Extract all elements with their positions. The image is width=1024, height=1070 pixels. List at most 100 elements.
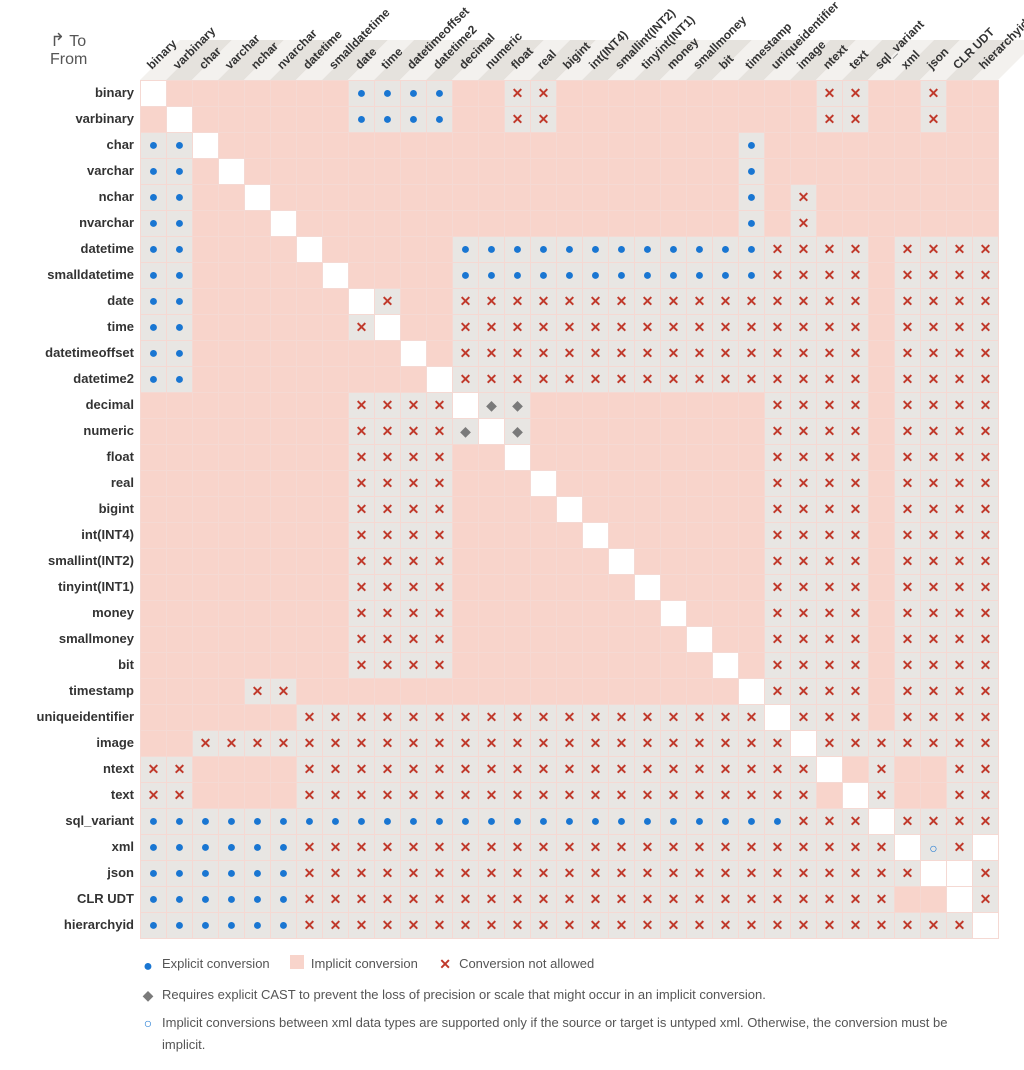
matrix-cell	[739, 679, 765, 705]
matrix-cell: ✕	[791, 367, 817, 393]
matrix-cell	[349, 211, 375, 237]
matrix-cell	[245, 263, 271, 289]
matrix-cell	[479, 471, 505, 497]
matrix-cell	[843, 211, 869, 237]
matrix-cell	[531, 653, 557, 679]
matrix-cell	[973, 107, 999, 133]
matrix-cell: ✕	[375, 757, 401, 783]
matrix-cell: ✕	[843, 81, 869, 107]
matrix-cell	[349, 289, 375, 315]
matrix-cell	[583, 107, 609, 133]
matrix-cell: ●	[245, 913, 271, 939]
matrix-cell	[297, 471, 323, 497]
row-header: image	[10, 730, 140, 756]
matrix-cell: ✕	[791, 341, 817, 367]
matrix-cell: ✕	[817, 81, 843, 107]
matrix-cell: ✕	[297, 705, 323, 731]
matrix-cell	[375, 315, 401, 341]
matrix-cell: ✕	[713, 341, 739, 367]
matrix-cell: ✕	[505, 783, 531, 809]
matrix-cell	[453, 549, 479, 575]
matrix-cell: ✕	[479, 861, 505, 887]
matrix-cell: ✕	[765, 367, 791, 393]
matrix-cell: ✕	[817, 835, 843, 861]
matrix-cell: ✕	[739, 731, 765, 757]
matrix-cell: ✕	[765, 653, 791, 679]
matrix-cell: ✕	[973, 237, 999, 263]
matrix-cell: ✕	[765, 861, 791, 887]
matrix-cell: ●	[245, 861, 271, 887]
matrix-cell: ◆	[479, 393, 505, 419]
matrix-cell: ✕	[661, 783, 687, 809]
matrix-cell: ✕	[661, 861, 687, 887]
matrix-cell: ✕	[531, 367, 557, 393]
matrix-cell	[271, 497, 297, 523]
matrix-cell	[297, 159, 323, 185]
row-header: sql_variant	[10, 808, 140, 834]
matrix-cell	[245, 81, 271, 107]
matrix-cell: ✕	[895, 809, 921, 835]
matrix-cell	[297, 107, 323, 133]
matrix-cell: ✕	[947, 653, 973, 679]
matrix-cell	[219, 159, 245, 185]
matrix-cell	[947, 887, 973, 913]
matrix-cell: ✕	[609, 315, 635, 341]
matrix-cell: ✕	[687, 341, 713, 367]
matrix-cell: ✕	[973, 601, 999, 627]
matrix-cell	[141, 81, 167, 107]
matrix-cell: ✕	[635, 315, 661, 341]
matrix-cell	[947, 185, 973, 211]
matrix-cell	[609, 445, 635, 471]
matrix-cell	[479, 497, 505, 523]
matrix-cell: ●	[193, 835, 219, 861]
matrix-cell: ●	[505, 263, 531, 289]
matrix-cell	[245, 445, 271, 471]
matrix-cell	[375, 263, 401, 289]
matrix-cell: ✕	[895, 861, 921, 887]
matrix-cell: ✕	[479, 913, 505, 939]
matrix-cell	[713, 107, 739, 133]
matrix-cell: ✕	[869, 913, 895, 939]
matrix-cell: ✕	[349, 913, 375, 939]
matrix-cell: ✕	[765, 237, 791, 263]
matrix-cell: ✕	[583, 705, 609, 731]
matrix-cell: ✕	[635, 913, 661, 939]
matrix-cell	[557, 627, 583, 653]
matrix-cell	[141, 419, 167, 445]
matrix-cell	[271, 471, 297, 497]
matrix-cell: ✕	[375, 783, 401, 809]
matrix-cell: ✕	[947, 263, 973, 289]
matrix-cell: ●	[167, 133, 193, 159]
matrix-cell: ✕	[973, 419, 999, 445]
matrix-cell: ✕	[921, 367, 947, 393]
matrix-cell: ✕	[895, 705, 921, 731]
matrix-cell	[271, 419, 297, 445]
matrix-cell	[349, 341, 375, 367]
matrix-cell	[947, 159, 973, 185]
matrix-cell: ●	[609, 809, 635, 835]
matrix-cell: ●	[739, 211, 765, 237]
matrix-cell: ✕	[609, 731, 635, 757]
matrix-cell	[297, 133, 323, 159]
matrix-cell	[193, 705, 219, 731]
matrix-cell	[141, 393, 167, 419]
matrix-cell	[479, 523, 505, 549]
matrix-cell: ✕	[765, 835, 791, 861]
matrix-cell: ✕	[947, 679, 973, 705]
matrix-cell: ✕	[349, 497, 375, 523]
matrix-cell: ✕	[635, 341, 661, 367]
matrix-cell	[219, 471, 245, 497]
matrix-cell: ✕	[375, 471, 401, 497]
matrix-cell	[219, 289, 245, 315]
matrix-cell	[583, 81, 609, 107]
matrix-cell	[973, 211, 999, 237]
matrix-cell: ●	[167, 809, 193, 835]
matrix-cell	[557, 601, 583, 627]
matrix-cell: ✕	[843, 887, 869, 913]
matrix-cell	[635, 471, 661, 497]
matrix-cell: ✕	[557, 315, 583, 341]
matrix-cell	[141, 653, 167, 679]
matrix-cell	[661, 445, 687, 471]
matrix-cell: ✕	[505, 107, 531, 133]
matrix-cell: ✕	[531, 757, 557, 783]
